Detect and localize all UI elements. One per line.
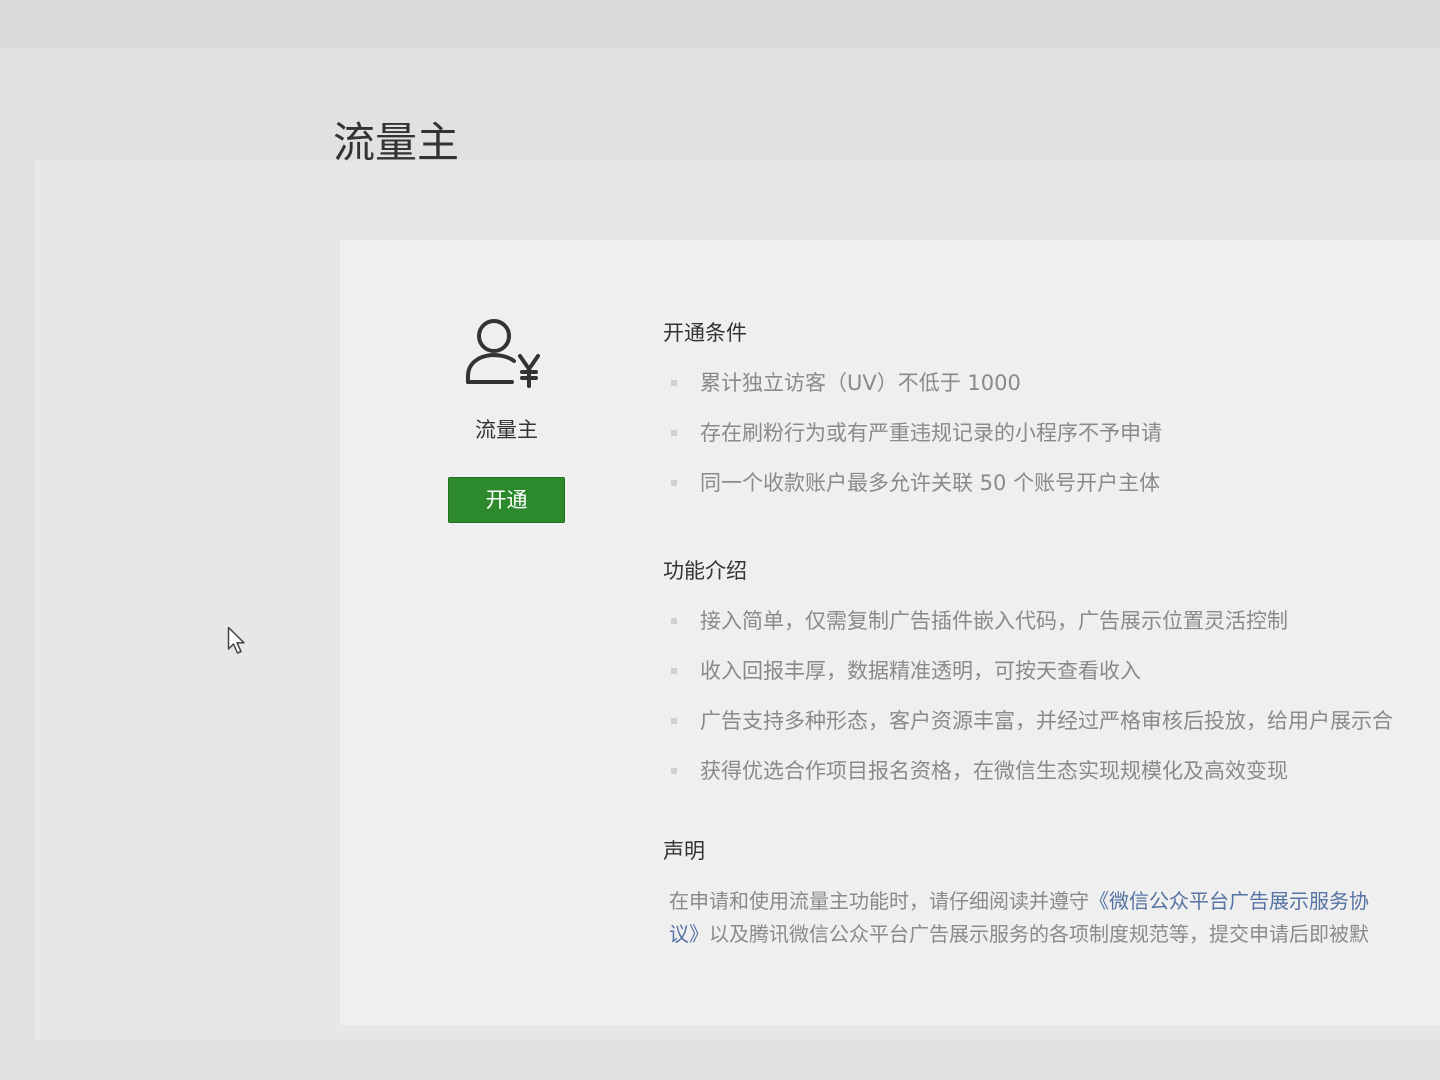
service-details: 开通条件 累计独立访客（UV）不低于 1000 存在刷粉行为或有严重违规记录的小… <box>663 320 1440 951</box>
list-item: 广告支持多种形态，客户资源丰富，并经过严格审核后投放，给用户展示合 <box>671 696 1440 746</box>
user-yuan-icon <box>462 316 544 390</box>
bullet-icon <box>671 718 677 724</box>
list-item-text: 获得优选合作项目报名资格，在微信生态实现规模化及高效变现 <box>700 759 1288 783</box>
list-item: 获得优选合作项目报名资格，在微信生态实现规模化及高效变现 <box>671 746 1440 796</box>
list-item-text: 接入简单，仅需复制广告插件嵌入代码，广告展示位置灵活控制 <box>700 609 1288 633</box>
ad-service-agreement-link-end[interactable]: 议》 <box>669 922 709 946</box>
declaration-line: 在申请和使用流量主功能时，请仔细阅读并遵守《微信公众平台广告展示服务协 <box>669 885 1440 918</box>
section-heading-requirements: 开通条件 <box>663 321 747 345</box>
section-heading-features: 功能介绍 <box>663 559 747 583</box>
bullet-icon <box>671 668 677 674</box>
section-heading-declaration: 声明 <box>663 839 705 863</box>
features-list: 接入简单，仅需复制广告插件嵌入代码，广告展示位置灵活控制 收入回报丰厚，数据精准… <box>663 596 1440 796</box>
bullet-icon <box>671 430 677 436</box>
list-item-text: 存在刷粉行为或有严重违规记录的小程序不予申请 <box>700 421 1162 445</box>
list-item: 接入简单，仅需复制广告插件嵌入代码，广告展示位置灵活控制 <box>671 596 1440 646</box>
declaration-line: 议》以及腾讯微信公众平台广告展示服务的各项制度规范等，提交申请后即被默 <box>669 918 1440 951</box>
service-name: 流量主 <box>475 418 538 442</box>
list-item-text: 同一个收款账户最多允许关联 50 个账号开户主体 <box>700 471 1161 495</box>
bullet-icon <box>671 380 677 386</box>
declaration-line-text: 在申请和使用流量主功能时，请仔细阅读并遵守 <box>669 889 1089 913</box>
declaration-text: 在申请和使用流量主功能时，请仔细阅读并遵守《微信公众平台广告展示服务协 议》以及… <box>663 885 1440 951</box>
ad-service-agreement-link[interactable]: 《微信公众平台广告展示服务协 <box>1089 889 1369 913</box>
list-item-text: 广告支持多种形态，客户资源丰富，并经过严格审核后投放，给用户展示合 <box>700 709 1393 733</box>
requirements-list: 累计独立访客（UV）不低于 1000 存在刷粉行为或有严重违规记录的小程序不予申… <box>663 358 1440 508</box>
open-button[interactable]: 开通 <box>448 477 565 523</box>
list-item-text: 收入回报丰厚，数据精准透明，可按天查看收入 <box>700 659 1141 683</box>
list-item-text: 累计独立访客（UV）不低于 1000 <box>700 371 1021 395</box>
list-item: 累计独立访客（UV）不低于 1000 <box>671 358 1440 408</box>
service-panel: 流量主 开通 开通条件 累计独立访客（UV）不低于 1000 存在刷粉行为或有严… <box>340 240 1440 1025</box>
list-item: 同一个收款账户最多允许关联 50 个账号开户主体 <box>671 458 1440 508</box>
bullet-icon <box>671 618 677 624</box>
screen: 流量主 流量主 开通 开通条件 累计独立访客（UV）不低于 1000 存在刷粉行… <box>0 0 1440 1080</box>
list-item: 收入回报丰厚，数据精准透明，可按天查看收入 <box>671 646 1440 696</box>
page-title: 流量主 <box>333 118 460 167</box>
mouse-cursor-icon <box>227 626 247 656</box>
list-item: 存在刷粉行为或有严重违规记录的小程序不予申请 <box>671 408 1440 458</box>
declaration-line-text: 以及腾讯微信公众平台广告展示服务的各项制度规范等，提交申请后即被默 <box>709 922 1369 946</box>
bullet-icon <box>671 480 677 486</box>
top-band <box>0 0 1440 48</box>
bullet-icon <box>671 768 677 774</box>
